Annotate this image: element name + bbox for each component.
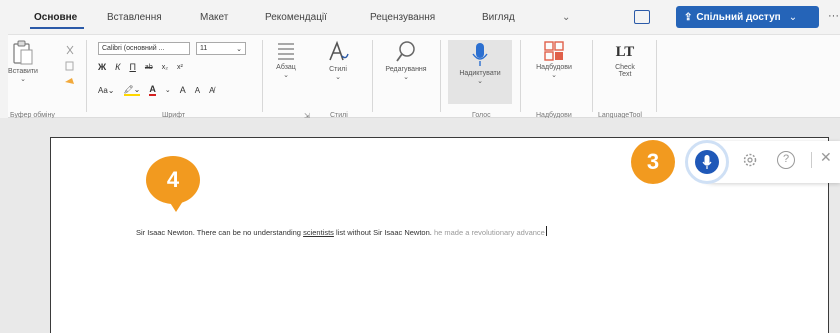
cut-copy-format-icons[interactable] <box>64 44 76 90</box>
misspelled-word[interactable]: scientists <box>303 228 334 237</box>
superscript-button[interactable]: x² <box>177 64 183 71</box>
chevron-down-icon: ⌄ <box>551 72 557 79</box>
dictation-suggestion: he made a revolutionary advance <box>433 228 545 237</box>
microphone-icon <box>702 155 712 169</box>
share-icon: ⇪ <box>684 11 693 23</box>
chevron-down-icon: ⌄ <box>403 74 409 81</box>
languagetool-icon: LT <box>616 44 635 60</box>
ribbon-divider <box>372 40 373 112</box>
tab-home[interactable]: Основне <box>34 12 77 23</box>
paragraph-button[interactable]: Абзац ⌄ <box>268 40 304 79</box>
toolbar-divider <box>811 152 812 168</box>
styles-button[interactable]: Стилі ⌄ <box>320 40 356 81</box>
ribbon-divider <box>592 40 593 112</box>
callout-badge-4-pointer <box>167 198 185 212</box>
paragraph-icon <box>278 43 294 60</box>
font-format-row: Ж К П ab x₂ x² <box>98 62 183 72</box>
font-color-row: Aa⌄ 🖍⌄ A ⌄ A A A̸ <box>98 84 214 96</box>
ribbon-divider <box>86 40 87 112</box>
callout-badge-3: 3 <box>631 140 675 184</box>
addins-icon <box>544 41 564 61</box>
comment-icon[interactable] <box>634 10 650 24</box>
search-icon <box>396 41 415 62</box>
editing-button[interactable]: Редагування ⌄ <box>380 40 432 81</box>
clear-format-icon[interactable]: A̸ <box>209 86 214 95</box>
chevron-down-icon: ⌄ <box>283 72 289 79</box>
paste-dropdown-icon[interactable]: ⌄ <box>6 75 40 83</box>
ribbon-divider <box>440 40 441 112</box>
text-effects-icon[interactable]: Aa⌄ <box>98 86 115 95</box>
tabs-overflow-chevron-icon[interactable]: ⌄ <box>562 12 570 23</box>
share-button-label: Спільний доступ <box>696 11 781 23</box>
svg-text:LT: LT <box>616 44 635 60</box>
styles-icon <box>329 40 349 61</box>
ribbon-divider <box>656 40 657 112</box>
paste-button[interactable]: Вставити ⌄ <box>6 40 40 83</box>
help-icon[interactable]: ? <box>777 151 795 169</box>
tab-insert[interactable]: Вставлення <box>107 12 162 23</box>
chevron-down-icon: ⌄ <box>788 11 798 23</box>
subscript-button[interactable]: x₂ <box>162 64 168 71</box>
tab-references[interactable]: Рекомендації <box>265 12 327 23</box>
shrink-font-icon[interactable]: A <box>195 86 200 95</box>
grow-font-icon[interactable]: A <box>180 85 186 95</box>
italic-button[interactable]: К <box>115 62 120 72</box>
font-color-icon[interactable]: A <box>149 84 156 96</box>
ribbon-tab-bar: Основне Вставлення Макет Рекомендації Ре… <box>0 0 840 34</box>
strikethrough-button[interactable]: ab <box>145 64 153 71</box>
font-size-select[interactable]: 11 ⌄ <box>196 42 246 55</box>
chevron-down-icon[interactable]: ⌄ <box>165 86 171 94</box>
ribbon-divider <box>262 40 263 112</box>
text-cursor <box>545 226 547 236</box>
dictate-button[interactable]: Надиктувати ⌄ <box>448 40 512 104</box>
ribbon-divider <box>520 40 521 112</box>
close-icon[interactable]: ✕ <box>820 149 832 166</box>
share-button[interactable]: ⇪ Спільний доступ ⌄ <box>676 6 819 28</box>
chevron-down-icon: ⌄ <box>335 74 341 81</box>
callout-badge-4: 4 <box>146 156 200 204</box>
document-paragraph[interactable]: Sir Isaac Newton. There can be no unders… <box>136 226 676 240</box>
paste-icon <box>13 40 33 65</box>
tab-view[interactable]: Вигляд <box>482 12 515 23</box>
highlight-icon[interactable]: 🖍⌄ <box>123 85 141 96</box>
addins-button[interactable]: Надбудови ⌄ <box>526 40 582 79</box>
check-text-button[interactable]: LT Check Text <box>600 40 650 78</box>
tab-layout[interactable]: Макет <box>200 12 228 23</box>
bold-button[interactable]: Ж <box>98 62 106 72</box>
active-tab-indicator <box>30 27 84 29</box>
more-options-icon[interactable]: ··· <box>828 10 839 22</box>
font-name-select[interactable]: Calibri (основний ... <box>98 42 190 55</box>
underline-button[interactable]: П <box>129 62 135 72</box>
chevron-down-icon: ⌄ <box>236 46 242 53</box>
tab-review[interactable]: Рецензування <box>370 12 435 23</box>
microphone-icon <box>472 43 488 66</box>
gear-icon[interactable] <box>741 151 759 169</box>
chevron-down-icon: ⌄ <box>477 78 483 85</box>
dictation-mic-button[interactable] <box>695 150 719 174</box>
